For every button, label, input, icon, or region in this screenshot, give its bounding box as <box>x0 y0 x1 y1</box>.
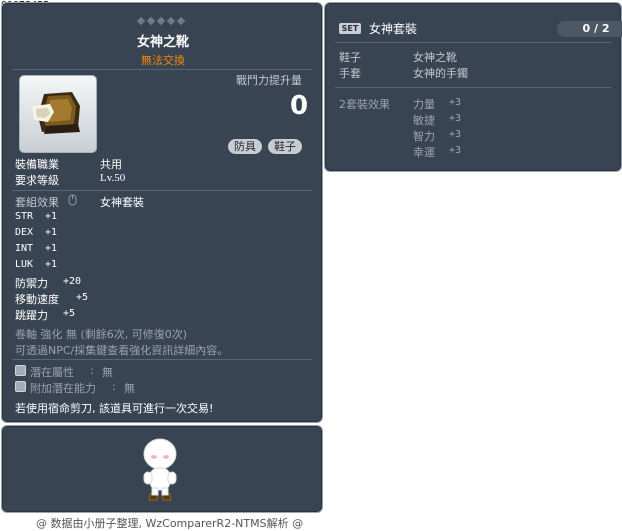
level-label: 要求等級 <box>15 174 59 187</box>
stat-value: +1 <box>45 227 58 238</box>
potential-slot-icon <box>15 365 26 376</box>
scroll-enhance-info: 卷軸 強化 無 (剩餘6次, 可修復0次) <box>15 328 188 341</box>
set-item-slot: 鞋子 <box>339 51 361 64</box>
set-badge: SET <box>339 23 361 34</box>
stat-name: INT <box>15 243 34 254</box>
job-value: 共用 <box>100 158 122 171</box>
star-rating <box>136 14 190 26</box>
stat-name: 防禦力 <box>15 277 48 290</box>
item-tooltip-panel: 女神之靴 無法交換 戰鬥力提升量 0 防具 鞋子 裝備職業 共用 要求等級 Lv… <box>1 2 323 423</box>
divider <box>12 69 312 70</box>
category-tag-shoes: 鞋子 <box>268 139 302 154</box>
set-effect-value: +3 <box>449 113 462 124</box>
trade-restriction-label: 無法交換 <box>141 54 185 67</box>
boot-icon <box>32 92 80 134</box>
star-icon <box>166 16 176 26</box>
potential-label: 潛在屬性 <box>30 366 74 379</box>
set-item-name: 女神之靴 <box>413 51 457 64</box>
attack-increase-label: 戰鬥力提升量 <box>236 74 302 87</box>
avatar-preview-panel <box>1 425 323 513</box>
set-effects-panel: SET 女神套裝 0 / 2 鞋子 女神之靴 手套 女神的手鐲 2套裝效果 力量… <box>324 2 622 172</box>
bonus-potential-colon: : <box>112 380 116 393</box>
set-effect-value: +3 <box>449 129 462 140</box>
set-effect-name: 幸運 <box>413 146 435 159</box>
set-count: 0 / 2 <box>557 21 622 37</box>
job-label: 裝備職業 <box>15 158 59 171</box>
divider <box>12 359 312 360</box>
set-effect-tier-label: 2套裝效果 <box>339 98 390 111</box>
stat-name: DEX <box>15 227 34 238</box>
divider <box>335 42 611 43</box>
mouse-icon <box>68 194 77 206</box>
npc-info-line: 可透過NPC/採集鍵查看強化資訊詳細內容。 <box>15 344 229 357</box>
star-icon <box>146 16 156 26</box>
item-icon-frame <box>19 75 97 153</box>
stat-name: 跳躍力 <box>15 309 48 322</box>
stat-value: +5 <box>76 292 89 303</box>
category-tag-armor: 防具 <box>228 139 262 154</box>
set-item-name: 女神的手鐲 <box>413 67 468 80</box>
set-title: 女神套裝 <box>369 22 418 36</box>
stat-name: 移動速度 <box>15 293 59 306</box>
scissors-trade-note: 若使用宿命剪刀, 該道具可進行一次交易! <box>15 402 214 415</box>
star-icon <box>136 16 146 26</box>
potential-value: 無 <box>102 366 113 379</box>
set-effect-name: 智力 <box>413 130 435 143</box>
stat-value: +20 <box>63 276 82 287</box>
potential-colon: : <box>90 364 94 377</box>
stat-name: STR <box>15 211 34 222</box>
stat-value: +1 <box>45 259 58 270</box>
star-icon <box>156 16 166 26</box>
divider <box>335 87 611 88</box>
level-value: Lv.50 <box>100 172 126 184</box>
stat-value: +1 <box>45 243 58 254</box>
set-item-slot: 手套 <box>339 67 361 80</box>
character-avatar <box>143 438 177 501</box>
bonus-potential-slot-icon <box>15 381 26 392</box>
set-effect-name: 敏捷 <box>413 114 435 127</box>
set-effect-value: +3 <box>449 97 462 108</box>
star-icon <box>176 16 186 26</box>
set-effect-value: 女神套裝 <box>100 196 144 209</box>
item-title: 女神之靴 <box>136 35 189 50</box>
stat-name: LUK <box>15 259 34 270</box>
stat-value: +1 <box>45 211 58 222</box>
attack-increase-value: 0 <box>290 91 309 121</box>
set-effect-name: 力量 <box>413 98 435 111</box>
set-effect-label: 套組效果 <box>15 196 59 209</box>
footer-credit: @ 数据由小册子整理, WzComparerR2-NTMS解析 @ <box>36 517 304 530</box>
set-effect-value: +3 <box>449 145 462 156</box>
stat-value: +5 <box>63 308 76 319</box>
divider <box>12 190 312 191</box>
bonus-potential-value: 無 <box>124 382 135 395</box>
bonus-potential-label: 附加潛在能力 <box>30 382 96 395</box>
